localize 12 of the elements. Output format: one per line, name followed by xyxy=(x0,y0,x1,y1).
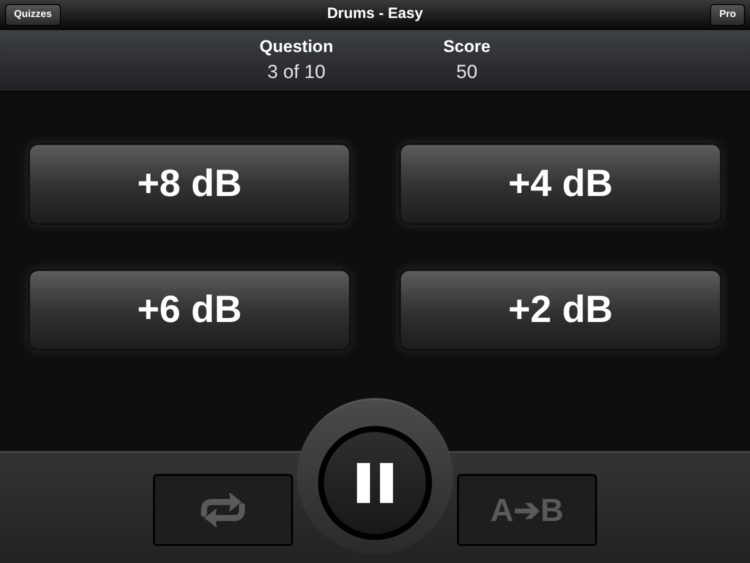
pause-icon xyxy=(356,462,394,504)
quizzes-button[interactable]: Quizzes xyxy=(5,4,61,26)
stat-label: Score xyxy=(443,36,490,58)
stat-value: 50 xyxy=(456,61,478,85)
answer-button[interactable]: +8 dB xyxy=(28,143,351,225)
pro-button[interactable]: Pro xyxy=(710,4,745,26)
answer-button[interactable]: +4 dB xyxy=(399,143,722,225)
window-title: Drums - Easy xyxy=(327,4,423,24)
answer-button[interactable]: +6 dB xyxy=(28,269,351,351)
stat-value: 3 of 10 xyxy=(267,61,326,85)
answer-button[interactable]: +2 dB xyxy=(399,269,722,351)
stat-label: Question xyxy=(260,36,334,58)
